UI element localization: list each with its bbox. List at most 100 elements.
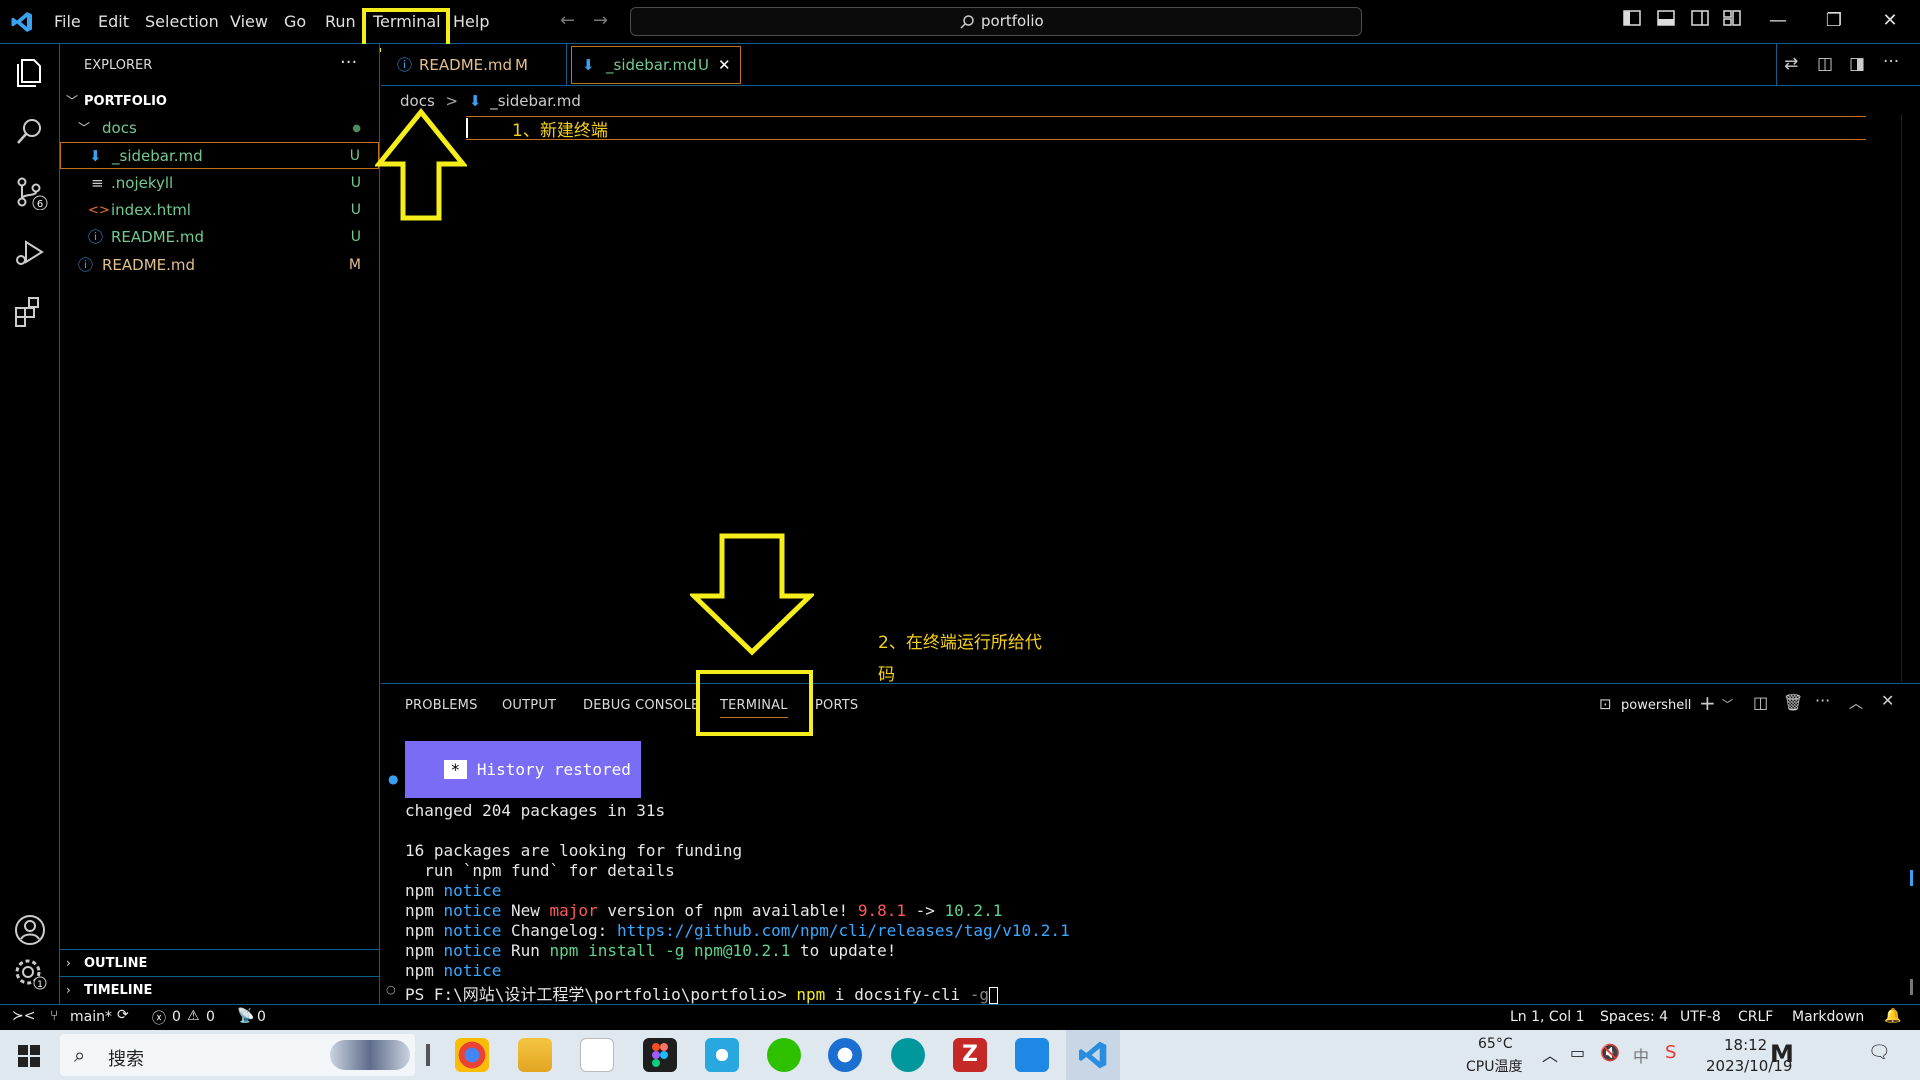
battery-icon[interactable]: ▭ — [1570, 1043, 1585, 1062]
extensions-icon[interactable] — [12, 294, 48, 330]
run-debug-icon[interactable] — [12, 234, 48, 270]
toggle-secondary-sidebar-icon[interactable] — [1688, 9, 1712, 33]
close-panel-icon[interactable]: ✕ — [1881, 691, 1894, 710]
outline-section[interactable]: › OUTLINE — [60, 949, 379, 976]
more-actions-icon[interactable]: ··· — [1883, 52, 1899, 72]
warning-count[interactable]: 0 — [206, 1009, 215, 1025]
editor-scrollbar[interactable] — [1901, 114, 1920, 682]
menu-go[interactable]: Go — [284, 12, 306, 31]
more-actions-icon[interactable]: ··· — [1815, 691, 1830, 710]
tab-sidebar-md[interactable]: ⬇ _sidebar.md U ✕ — [571, 46, 741, 84]
ports-icon: 📡 — [237, 1008, 255, 1024]
indentation[interactable]: Spaces: 4 — [1600, 1009, 1668, 1025]
panel-tab-debug-console[interactable]: DEBUG CONSOLE — [583, 698, 699, 713]
panel-tab-output[interactable]: OUTPUT — [502, 698, 556, 713]
tree-item-root-readme[interactable]: ⓘ README.md M — [60, 252, 379, 279]
breadcrumb-file[interactable]: _sidebar.md — [490, 92, 581, 110]
tree-item-docs[interactable]: ﹀ docs ● — [60, 115, 379, 142]
notifications-bell-icon[interactable]: 🔔 — [1884, 1008, 1901, 1024]
tree-item-docs-readme[interactable]: ⓘ README.md U — [60, 224, 379, 251]
menu-edit[interactable]: Edit — [98, 12, 129, 31]
settings-gear-icon[interactable]: 1 — [12, 954, 48, 990]
tray-expand-icon[interactable]: ︿ — [1542, 1042, 1558, 1066]
terminal-line: changed 204 packages in 31s — [405, 801, 666, 820]
customize-layout-icon[interactable] — [1720, 9, 1744, 33]
feishu-icon[interactable] — [1015, 1038, 1049, 1072]
accounts-icon[interactable] — [12, 912, 48, 948]
error-count[interactable]: 0 — [172, 1009, 181, 1025]
forward-arrow-icon[interactable]: → — [593, 10, 608, 31]
chevron-down-icon[interactable]: ﹀ — [1722, 696, 1733, 712]
vscode-taskbar-icon[interactable] — [1077, 1039, 1109, 1071]
source-control-icon[interactable]: 6 — [12, 174, 48, 211]
panel-tab-problems[interactable]: PROBLEMS — [405, 698, 478, 713]
back-arrow-icon[interactable]: ← — [560, 10, 575, 31]
wechat-icon[interactable] — [767, 1038, 801, 1072]
ime-indicator[interactable]: 中 — [1633, 1043, 1649, 1067]
line-ending[interactable]: CRLF — [1738, 1009, 1773, 1025]
blank-document-icon[interactable] — [580, 1038, 614, 1072]
explorer-more-icon[interactable]: ··· — [340, 52, 357, 73]
editor-area[interactable] — [381, 114, 1920, 682]
warning-icon: ⚠ — [187, 1008, 200, 1024]
toggle-panel-icon[interactable] — [1654, 9, 1678, 33]
sync-icon[interactable]: ⟳ — [117, 1007, 129, 1023]
encoding[interactable]: UTF-8 — [1680, 1009, 1721, 1025]
cursor-position[interactable]: Ln 1, Col 1 — [1510, 1009, 1585, 1025]
explorer-icon[interactable] — [12, 54, 48, 90]
terminal-line: npm notice — [405, 881, 502, 900]
bottom-panel: PROBLEMS OUTPUT DEBUG CONSOLE TERMINAL P… — [381, 683, 1920, 1004]
menu-view[interactable]: View — [230, 12, 268, 31]
remote-indicator-icon[interactable]: ≻< — [12, 1008, 35, 1024]
windows-start-icon[interactable] — [18, 1045, 40, 1067]
open-preview-icon[interactable]: ◫ — [1817, 54, 1833, 74]
restore-icon[interactable]: ❐ — [1822, 9, 1846, 33]
trash-icon[interactable]: 🗑 — [1783, 693, 1803, 712]
split-editor-icon[interactable]: ◨ — [1849, 54, 1865, 74]
file-explorer-icon[interactable] — [518, 1038, 552, 1072]
tree-root-portfolio[interactable]: ﹀ PORTFOLIO — [60, 88, 379, 115]
menu-run[interactable]: Run — [325, 12, 356, 31]
annotation-down-arrow-icon — [690, 533, 814, 656]
terminal-shell-name[interactable]: powershell — [1621, 698, 1691, 713]
changelog-link[interactable]: https://github.com/npm/cli/releases/tag/… — [617, 921, 1070, 940]
split-terminal-icon[interactable]: ◫ — [1753, 693, 1768, 712]
timeline-section[interactable]: › TIMELINE — [60, 976, 379, 1003]
figma-icon[interactable] — [643, 1038, 677, 1072]
toggle-sidebar-icon[interactable] — [1620, 9, 1644, 33]
terminal-prompt-line[interactable]: PS F:\网站\设计工程学\portfolio\portfolio> npm … — [405, 981, 999, 1005]
task-view-icon[interactable] — [426, 1044, 430, 1066]
menu-selection[interactable]: Selection — [145, 12, 219, 31]
menu-file[interactable]: File — [54, 12, 81, 31]
panel-tab-ports[interactable]: PORTS — [815, 698, 858, 713]
taskbar-search-box[interactable]: ⌕ 搜索 — [60, 1034, 415, 1076]
maximize-panel-icon[interactable]: ︿ — [1849, 693, 1863, 713]
ie-browser-icon[interactable] — [705, 1038, 739, 1072]
arduino-icon[interactable] — [891, 1038, 925, 1072]
svg-text:1: 1 — [37, 980, 43, 990]
app-tray-icon[interactable]: M — [1770, 1040, 1794, 1068]
notification-center-icon[interactable]: 🗨 — [1868, 1042, 1891, 1063]
sogou-input-icon[interactable]: S — [1665, 1042, 1676, 1063]
tree-item-sidebar-md[interactable]: ⬇ _sidebar.md U — [60, 142, 379, 169]
tab-close-icon[interactable]: ✕ — [718, 47, 731, 83]
ports-count[interactable]: 0 — [257, 1009, 266, 1025]
close-window-icon[interactable]: ✕ — [1878, 9, 1902, 33]
app-icon[interactable] — [828, 1038, 862, 1072]
command-center-search[interactable]: portfolio — [630, 7, 1362, 36]
compare-changes-icon[interactable]: ⇄ — [1784, 54, 1798, 74]
tab-readme[interactable]: ⓘ README.md M — [381, 44, 567, 86]
search-sidebar-icon[interactable] — [12, 114, 48, 150]
branch-name[interactable]: main* — [70, 1009, 112, 1025]
tree-item-index-html[interactable]: <> index.html U — [60, 197, 379, 224]
zotero-icon[interactable]: Z — [953, 1038, 987, 1072]
volume-muted-icon[interactable]: 🔇 — [1600, 1043, 1620, 1062]
new-terminal-icon[interactable]: + — [1699, 691, 1716, 715]
menu-help[interactable]: Help — [453, 12, 489, 31]
chrome-icon[interactable] — [455, 1038, 489, 1072]
language-mode[interactable]: Markdown — [1792, 1009, 1864, 1025]
tree-item-nojekyll[interactable]: ≡ .nojekyll U — [60, 170, 379, 197]
clock-time[interactable]: 18:12 — [1724, 1036, 1767, 1054]
title-bar: File Edit Selection View Go Run Terminal… — [0, 0, 1920, 44]
minimize-icon[interactable]: — — [1766, 9, 1790, 33]
